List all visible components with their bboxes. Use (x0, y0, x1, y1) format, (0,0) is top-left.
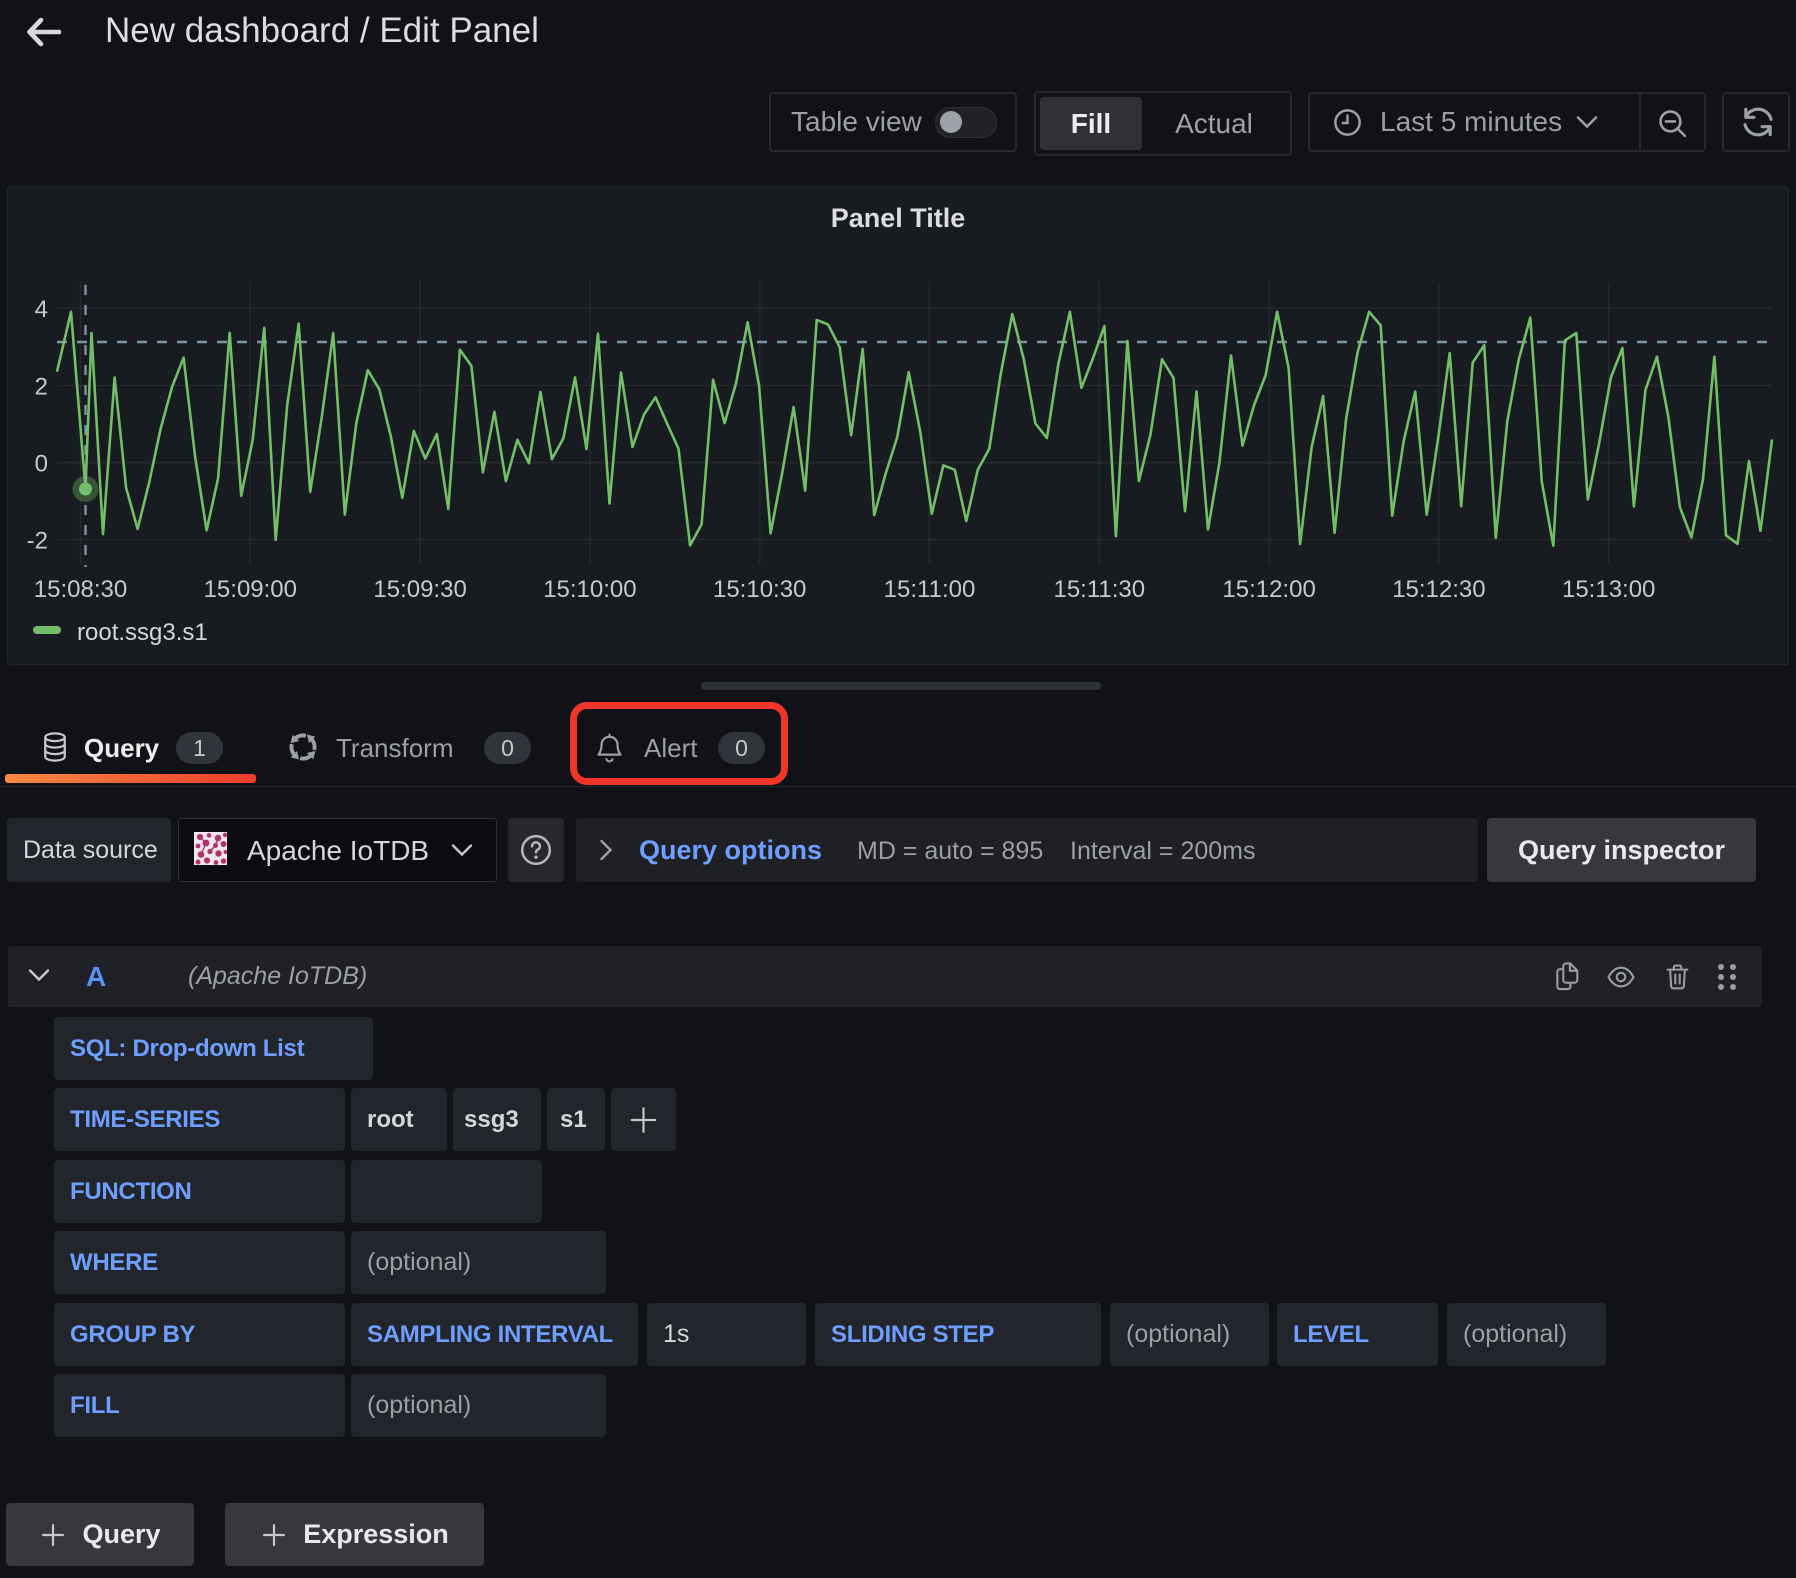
svg-text:15:12:00: 15:12:00 (1222, 576, 1315, 603)
svg-text:15:11:30: 15:11:30 (1053, 576, 1145, 603)
svg-text:4: 4 (35, 296, 48, 323)
svg-text:15:08:30: 15:08:30 (34, 576, 127, 603)
svg-text:15:09:00: 15:09:00 (204, 576, 297, 603)
svg-text:15:11:00: 15:11:00 (884, 576, 976, 603)
svg-text:-2: -2 (27, 528, 48, 555)
svg-text:15:10:00: 15:10:00 (543, 576, 636, 603)
svg-text:root.ssg3.s1: root.ssg3.s1 (77, 619, 208, 646)
svg-text:15:13:00: 15:13:00 (1562, 576, 1655, 603)
svg-text:15:10:30: 15:10:30 (713, 576, 806, 603)
svg-text:15:12:30: 15:12:30 (1392, 576, 1485, 603)
svg-text:15:09:30: 15:09:30 (373, 576, 466, 603)
svg-text:2: 2 (35, 374, 48, 401)
svg-text:0: 0 (35, 451, 48, 478)
